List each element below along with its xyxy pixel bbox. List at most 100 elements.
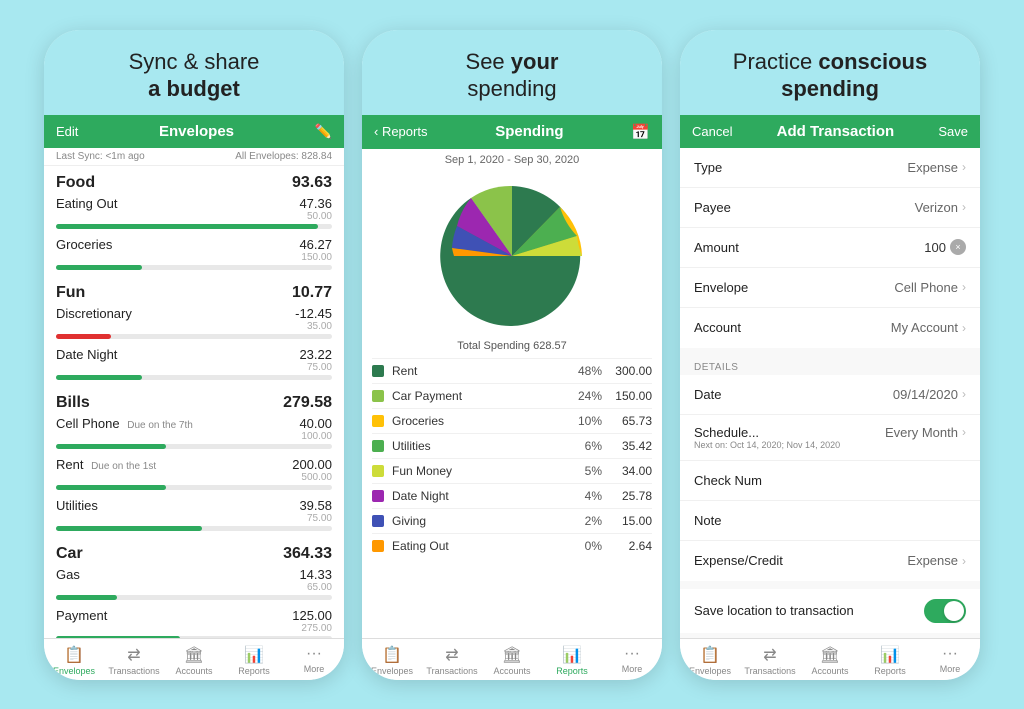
rent-pct: 48% bbox=[570, 364, 602, 378]
legend-eating-out[interactable]: Eating Out 0% 2.64 bbox=[372, 533, 652, 558]
tab-envelopes-label: Envelopes bbox=[53, 666, 95, 676]
groceries-pct: 10% bbox=[570, 414, 602, 428]
tab-transactions-2-label: Transactions bbox=[426, 666, 477, 676]
utilities-amount: 35.42 bbox=[610, 439, 652, 453]
envelopes-icon-2: 📋 bbox=[382, 645, 402, 665]
location-toggle[interactable] bbox=[924, 599, 966, 623]
date-row[interactable]: Date 09/14/2020 › bbox=[680, 375, 980, 415]
transactions-icon-3: ⇄ bbox=[763, 645, 776, 665]
item-discretionary[interactable]: Discretionary -12.4535.00 bbox=[56, 304, 332, 345]
legend-groceries[interactable]: Groceries 10% 65.73 bbox=[372, 408, 652, 433]
tab-accounts-3[interactable]: 🏛 Accounts bbox=[800, 639, 860, 680]
tab-envelopes-2-label: Envelopes bbox=[371, 666, 413, 676]
phone3-heading: Practice consciousspending bbox=[696, 48, 964, 103]
item-groceries[interactable]: Groceries 46.27150.00 bbox=[56, 235, 332, 276]
legend-date-night[interactable]: Date Night 4% 25.78 bbox=[372, 483, 652, 508]
amount-row[interactable]: Amount 100 × bbox=[680, 228, 980, 268]
clear-amount-button[interactable]: × bbox=[950, 239, 966, 255]
type-row[interactable]: Type Expense › bbox=[680, 148, 980, 188]
eating-out-pct: 0% bbox=[570, 539, 602, 553]
legend-utilities[interactable]: Utilities 6% 35.42 bbox=[372, 433, 652, 458]
date-night-label: Date Night bbox=[392, 489, 570, 503]
account-chevron: › bbox=[962, 321, 966, 335]
rent-amount: 300.00 bbox=[610, 364, 652, 378]
reports-back-button[interactable]: ‹ Reports bbox=[374, 124, 427, 139]
transactions-icon-2: ⇄ bbox=[445, 645, 458, 665]
tab-reports-2[interactable]: 📊 Reports bbox=[542, 639, 602, 680]
phone1-header: Sync & sharea budget bbox=[44, 30, 344, 115]
item-eating-out[interactable]: Eating Out 47.3650.00 bbox=[56, 194, 332, 235]
toggle-knob bbox=[944, 601, 964, 621]
main-fields-section: Type Expense › Payee Verizon › Amount bbox=[680, 148, 980, 348]
total-spending: Total Spending 628.57 bbox=[362, 336, 662, 358]
item-utilities[interactable]: Utilities 39.5875.00 bbox=[56, 496, 332, 537]
transaction-form: Type Expense › Payee Verizon › Amount bbox=[680, 148, 980, 638]
legend-car-payment[interactable]: Car Payment 24% 150.00 bbox=[372, 383, 652, 408]
group-food: Food 93.63 bbox=[56, 166, 332, 194]
schedule-row[interactable]: Schedule... Every Month › Next on: Oct 1… bbox=[680, 415, 980, 461]
edit-button[interactable]: Edit bbox=[56, 124, 78, 139]
envelopes-tab-icon: 📋 bbox=[64, 645, 84, 665]
group-food-total: 93.63 bbox=[292, 174, 332, 192]
expense-credit-row[interactable]: Expense/Credit Expense › bbox=[680, 541, 980, 581]
tab-accounts-1[interactable]: 🏛 Accounts bbox=[164, 639, 224, 680]
add-transaction-title: Add Transaction bbox=[777, 123, 895, 140]
expense-credit-value: Expense › bbox=[907, 553, 966, 568]
tab-more-label: More bbox=[304, 664, 325, 674]
giving-color bbox=[372, 515, 384, 527]
account-label: Account bbox=[694, 320, 741, 335]
location-row: Save location to transaction bbox=[680, 589, 980, 633]
envelope-value: Cell Phone › bbox=[894, 280, 966, 295]
tab-envelopes-1[interactable]: 📋 Envelopes bbox=[44, 639, 104, 680]
tab-reports-1[interactable]: 📊 Reports bbox=[224, 639, 284, 680]
giving-pct: 2% bbox=[570, 514, 602, 528]
payee-label: Payee bbox=[694, 200, 731, 215]
pie-chart bbox=[362, 171, 662, 336]
save-button[interactable]: Save bbox=[938, 124, 968, 139]
tab-accounts-3-label: Accounts bbox=[811, 666, 848, 676]
legend-rent[interactable]: Rent 48% 300.00 bbox=[372, 358, 652, 383]
tab-transactions-3[interactable]: ⇄ Transactions bbox=[740, 639, 800, 680]
payee-text: Verizon bbox=[915, 200, 958, 215]
payee-row[interactable]: Payee Verizon › bbox=[680, 188, 980, 228]
more-icon-2: ··· bbox=[624, 645, 640, 663]
details-section: Date 09/14/2020 › Schedule... Every Mont… bbox=[680, 375, 980, 581]
tab-envelopes-3[interactable]: 📋 Envelopes bbox=[680, 639, 740, 680]
phone1-content: Edit Envelopes ✏️ Last Sync: <1m ago All… bbox=[44, 115, 344, 680]
legend-fun-money[interactable]: Fun Money 5% 34.00 bbox=[372, 458, 652, 483]
item-payment[interactable]: Payment 125.00275.00 bbox=[56, 606, 332, 638]
account-row[interactable]: Account My Account › bbox=[680, 308, 980, 348]
tab-transactions-2[interactable]: ⇄ Transactions bbox=[422, 639, 482, 680]
legend-giving[interactable]: Giving 2% 15.00 bbox=[372, 508, 652, 533]
car-payment-pct: 24% bbox=[570, 389, 602, 403]
tab-reports-3[interactable]: 📊 Reports bbox=[860, 639, 920, 680]
tab-transactions-1[interactable]: ⇄ Transactions bbox=[104, 639, 164, 680]
all-envelopes-total: All Envelopes: 828.84 bbox=[235, 151, 332, 162]
phone-1: Sync & sharea budget Edit Envelopes ✏️ L… bbox=[44, 30, 344, 680]
envelope-label: Envelope bbox=[694, 280, 748, 295]
tab-reports-2-label: Reports bbox=[556, 666, 588, 676]
tab-more-2[interactable]: ··· More bbox=[602, 639, 662, 680]
item-date-night[interactable]: Date Night 23.2275.00 bbox=[56, 345, 332, 386]
check-num-label: Check Num bbox=[694, 473, 762, 488]
calendar-icon[interactable]: 📅 bbox=[631, 123, 650, 141]
details-section-label: DETAILS bbox=[680, 356, 980, 375]
check-num-row[interactable]: Check Num bbox=[680, 461, 980, 501]
item-rent[interactable]: Rent Due on the 1st 200.00500.00 bbox=[56, 455, 332, 496]
tab-envelopes-2[interactable]: 📋 Envelopes bbox=[362, 639, 422, 680]
tab-more-3[interactable]: ··· More bbox=[920, 639, 980, 680]
edit-icon[interactable]: ✏️ bbox=[315, 123, 332, 140]
groceries-amount: 65.73 bbox=[610, 414, 652, 428]
note-row[interactable]: Note bbox=[680, 501, 980, 541]
spending-title: Spending bbox=[495, 123, 563, 140]
tab-more-1[interactable]: ··· More bbox=[284, 639, 344, 680]
accounts-icon-3: 🏛 bbox=[820, 645, 840, 665]
date-night-amount: 25.78 bbox=[610, 489, 652, 503]
envelope-row[interactable]: Envelope Cell Phone › bbox=[680, 268, 980, 308]
item-gas[interactable]: Gas 14.3365.00 bbox=[56, 565, 332, 606]
tab-accounts-2[interactable]: 🏛 Accounts bbox=[482, 639, 542, 680]
account-text: My Account bbox=[891, 320, 958, 335]
item-cell-phone[interactable]: Cell Phone Due on the 7th 40.00100.00 bbox=[56, 414, 332, 455]
date-night-color bbox=[372, 490, 384, 502]
cancel-button[interactable]: Cancel bbox=[692, 124, 732, 139]
